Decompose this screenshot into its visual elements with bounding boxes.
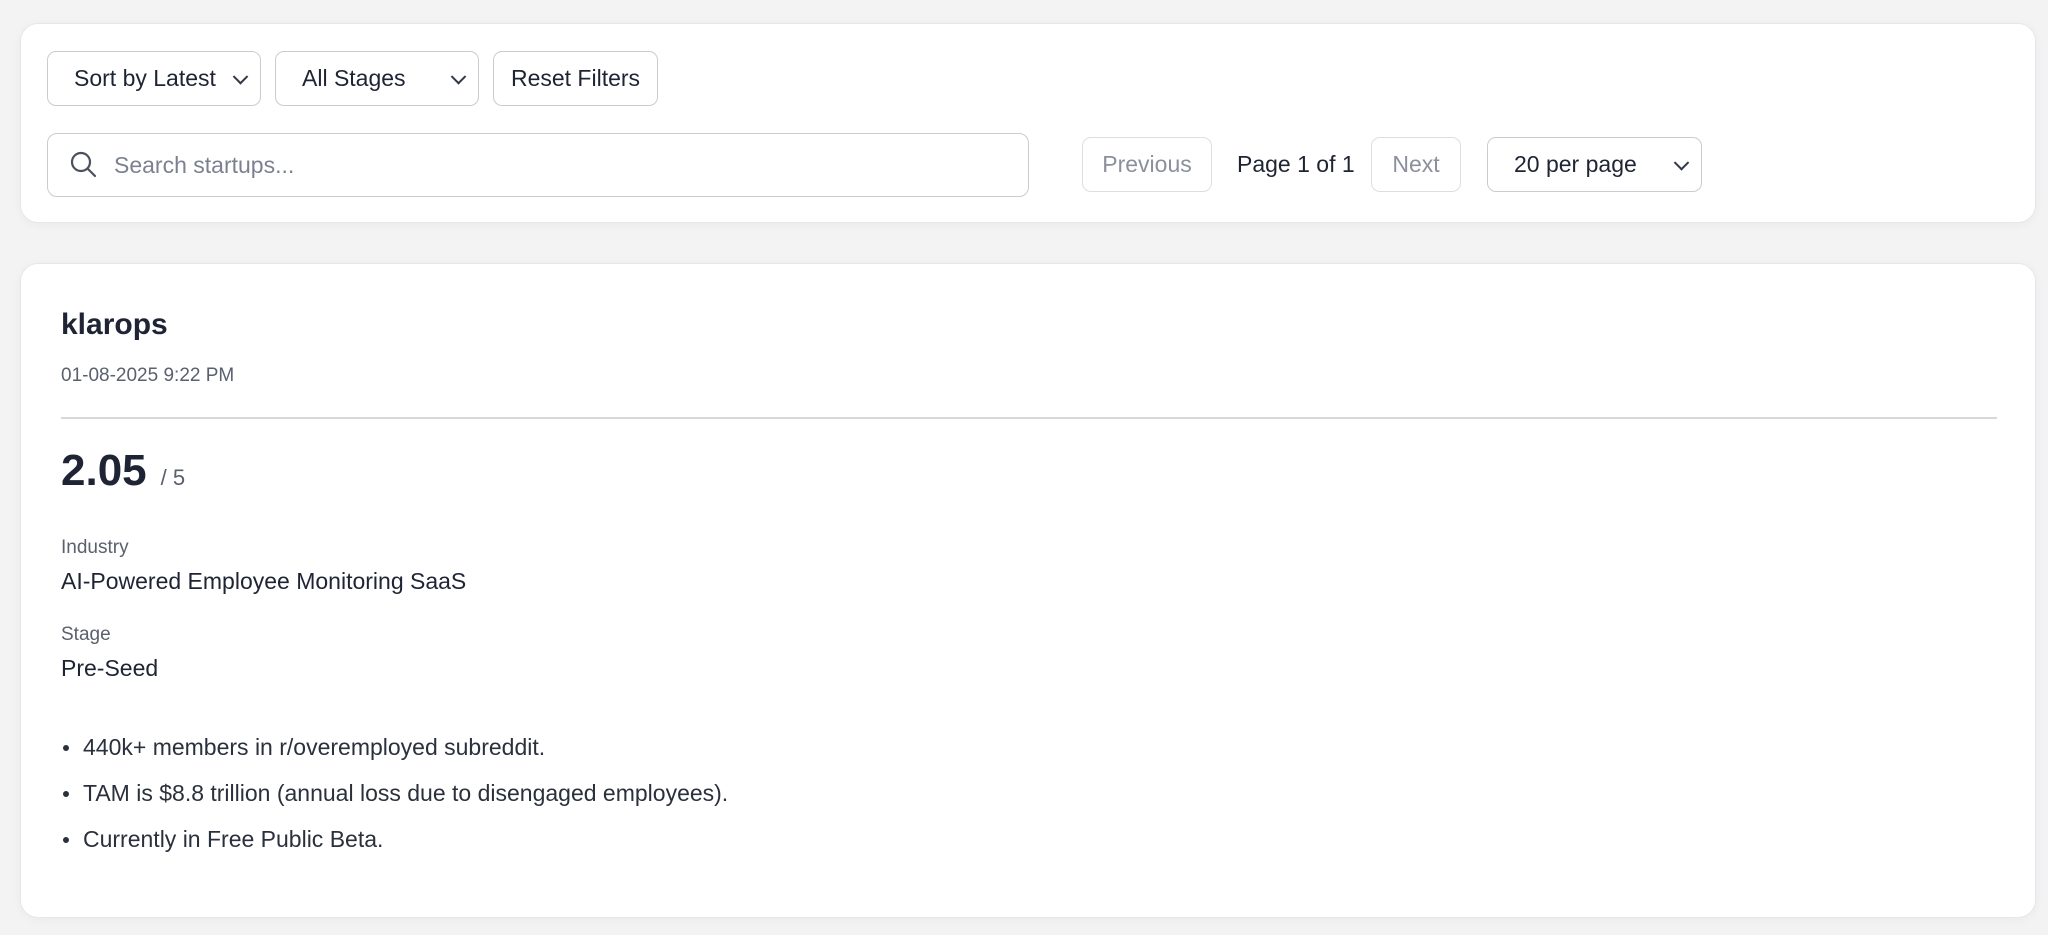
sort-select[interactable]: Sort by Latest — [47, 51, 261, 106]
highlight-item: TAM is $8.8 trillion (annual loss due to… — [61, 770, 728, 816]
sort-select-label: Sort by Latest — [74, 65, 216, 91]
divider — [61, 417, 1997, 419]
page-indicator: Page 1 of 1 — [1237, 151, 1355, 177]
highlight-item: 440k+ members in r/overemployed subreddi… — [61, 724, 728, 770]
chevron-down-icon — [1673, 154, 1690, 171]
startup-card: klarops 01-08-2025 9:22 PM 2.05 / 5 Indu… — [20, 263, 2036, 918]
next-page-button[interactable]: Next — [1371, 137, 1461, 192]
stage-filter-select[interactable]: All Stages — [275, 51, 479, 106]
search-icon — [70, 151, 97, 178]
industry-value: AI-Powered Employee Monitoring SaaS — [61, 568, 467, 594]
industry-label: Industry — [61, 537, 129, 558]
search-input[interactable] — [114, 151, 994, 179]
startup-timestamp: 01-08-2025 9:22 PM — [61, 365, 235, 386]
reset-filters-button[interactable]: Reset Filters — [493, 51, 658, 106]
stage-value: Pre-Seed — [61, 655, 159, 681]
per-page-label: 20 per page — [1514, 151, 1637, 177]
score: 2.05 / 5 — [61, 446, 185, 496]
previous-page-button[interactable]: Previous — [1082, 137, 1212, 192]
stage-filter-label: All Stages — [302, 65, 406, 91]
startup-name: klarops — [61, 308, 168, 341]
search-box[interactable] — [47, 133, 1029, 197]
chevron-down-icon — [450, 68, 467, 85]
highlight-item: Currently in Free Public Beta. — [61, 816, 728, 862]
per-page-select[interactable]: 20 per page — [1487, 137, 1702, 192]
score-value: 2.05 — [61, 446, 147, 495]
score-max: / 5 — [160, 465, 186, 490]
chevron-down-icon — [232, 68, 249, 85]
filters-panel: Sort by Latest All Stages Reset Filters … — [20, 23, 2036, 223]
highlights-list: 440k+ members in r/overemployed subreddi… — [61, 724, 728, 862]
stage-label: Stage — [61, 624, 111, 645]
